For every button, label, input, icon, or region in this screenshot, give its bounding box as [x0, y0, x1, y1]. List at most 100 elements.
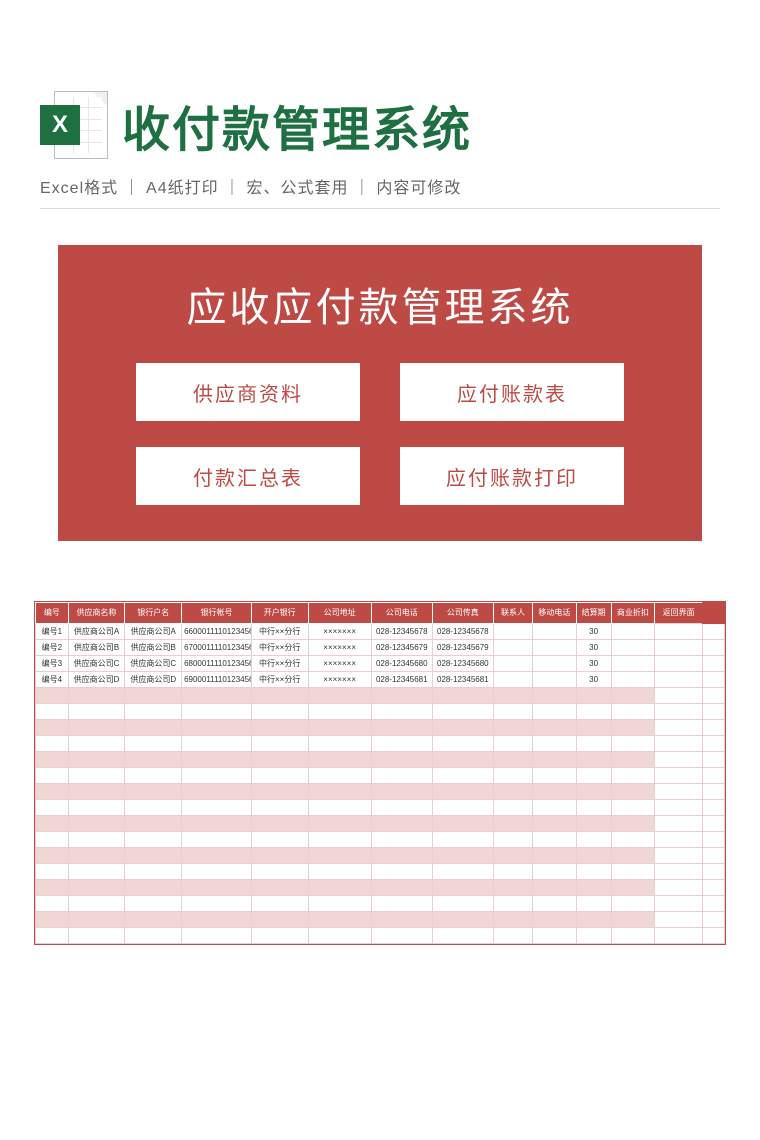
- empty-cell[interactable]: [432, 927, 493, 943]
- empty-cell[interactable]: [493, 831, 532, 847]
- empty-cell[interactable]: [68, 815, 125, 831]
- empty-cell[interactable]: [533, 687, 577, 703]
- cell-acct_name[interactable]: 供应商公司B: [125, 639, 182, 655]
- empty-cell[interactable]: [36, 911, 69, 927]
- empty-cell[interactable]: [493, 911, 532, 927]
- empty-cell[interactable]: [125, 879, 182, 895]
- empty-cell[interactable]: [576, 687, 611, 703]
- empty-cell[interactable]: [251, 911, 308, 927]
- cell-name[interactable]: 供应商公司D: [68, 671, 125, 687]
- empty-cell[interactable]: [576, 927, 611, 943]
- empty-cell[interactable]: [36, 927, 69, 943]
- empty-cell[interactable]: [432, 735, 493, 751]
- empty-cell[interactable]: [611, 687, 655, 703]
- empty-cell[interactable]: [182, 735, 252, 751]
- cell-acct_no[interactable]: 66000111101234567: [182, 623, 252, 639]
- empty-cell[interactable]: [182, 783, 252, 799]
- empty-cell[interactable]: [36, 703, 69, 719]
- empty-cell[interactable]: [68, 911, 125, 927]
- empty-cell[interactable]: [432, 879, 493, 895]
- cell-acct_name[interactable]: 供应商公司C: [125, 655, 182, 671]
- empty-cell[interactable]: [182, 895, 252, 911]
- empty-cell[interactable]: [611, 831, 655, 847]
- empty-cell[interactable]: [36, 863, 69, 879]
- empty-cell[interactable]: [251, 927, 308, 943]
- empty-cell[interactable]: [493, 687, 532, 703]
- empty-cell[interactable]: [576, 847, 611, 863]
- empty-cell[interactable]: [251, 879, 308, 895]
- cell-fax[interactable]: 028-12345681: [432, 671, 493, 687]
- empty-cell[interactable]: [576, 879, 611, 895]
- empty-cell[interactable]: [36, 847, 69, 863]
- empty-cell[interactable]: [432, 751, 493, 767]
- empty-cell[interactable]: [125, 735, 182, 751]
- cell-discount[interactable]: [611, 623, 655, 639]
- empty-cell[interactable]: [371, 927, 432, 943]
- empty-cell[interactable]: [493, 895, 532, 911]
- cell-addr[interactable]: ×××××××: [308, 671, 371, 687]
- empty-cell[interactable]: [533, 927, 577, 943]
- empty-cell[interactable]: [611, 863, 655, 879]
- empty-cell[interactable]: [493, 863, 532, 879]
- cell-discount[interactable]: [611, 639, 655, 655]
- cell-tel[interactable]: 028-12345678: [371, 623, 432, 639]
- empty-cell[interactable]: [371, 751, 432, 767]
- empty-cell[interactable]: [251, 847, 308, 863]
- empty-cell[interactable]: [125, 687, 182, 703]
- cell-contact[interactable]: [493, 623, 532, 639]
- empty-cell[interactable]: [533, 799, 577, 815]
- empty-cell[interactable]: [68, 863, 125, 879]
- cell-id[interactable]: 编号2: [36, 639, 69, 655]
- empty-cell[interactable]: [432, 783, 493, 799]
- cell-bank[interactable]: 中行××分行: [251, 639, 308, 655]
- empty-cell[interactable]: [432, 847, 493, 863]
- empty-cell[interactable]: [68, 783, 125, 799]
- empty-cell[interactable]: [371, 911, 432, 927]
- empty-cell[interactable]: [371, 847, 432, 863]
- empty-cell[interactable]: [576, 911, 611, 927]
- empty-cell[interactable]: [493, 719, 532, 735]
- empty-cell[interactable]: [576, 815, 611, 831]
- empty-cell[interactable]: [611, 847, 655, 863]
- empty-cell[interactable]: [68, 799, 125, 815]
- empty-cell[interactable]: [308, 895, 371, 911]
- empty-cell[interactable]: [576, 831, 611, 847]
- cell-name[interactable]: 供应商公司A: [68, 623, 125, 639]
- empty-cell[interactable]: [308, 719, 371, 735]
- empty-cell[interactable]: [493, 751, 532, 767]
- empty-cell[interactable]: [533, 911, 577, 927]
- empty-cell[interactable]: [125, 831, 182, 847]
- empty-cell[interactable]: [125, 783, 182, 799]
- empty-cell[interactable]: [533, 735, 577, 751]
- empty-cell[interactable]: [308, 783, 371, 799]
- empty-cell[interactable]: [611, 911, 655, 927]
- empty-cell[interactable]: [251, 735, 308, 751]
- cell-fax[interactable]: 028-12345678: [432, 623, 493, 639]
- empty-cell[interactable]: [371, 719, 432, 735]
- empty-cell[interactable]: [493, 783, 532, 799]
- empty-cell[interactable]: [182, 927, 252, 943]
- empty-cell[interactable]: [125, 767, 182, 783]
- empty-cell[interactable]: [611, 751, 655, 767]
- empty-cell[interactable]: [251, 703, 308, 719]
- empty-cell[interactable]: [611, 719, 655, 735]
- empty-cell[interactable]: [125, 895, 182, 911]
- empty-cell[interactable]: [371, 895, 432, 911]
- cell-contact[interactable]: [493, 639, 532, 655]
- empty-cell[interactable]: [68, 687, 125, 703]
- empty-cell[interactable]: [371, 815, 432, 831]
- empty-cell[interactable]: [611, 799, 655, 815]
- empty-cell[interactable]: [251, 831, 308, 847]
- empty-cell[interactable]: [308, 703, 371, 719]
- empty-cell[interactable]: [182, 799, 252, 815]
- empty-cell[interactable]: [432, 719, 493, 735]
- empty-cell[interactable]: [493, 735, 532, 751]
- empty-cell[interactable]: [533, 751, 577, 767]
- empty-cell[interactable]: [36, 687, 69, 703]
- empty-cell[interactable]: [611, 895, 655, 911]
- empty-cell[interactable]: [432, 815, 493, 831]
- empty-cell[interactable]: [308, 911, 371, 927]
- empty-cell[interactable]: [182, 767, 252, 783]
- return-button[interactable]: 返回界面: [655, 603, 702, 623]
- empty-cell[interactable]: [611, 927, 655, 943]
